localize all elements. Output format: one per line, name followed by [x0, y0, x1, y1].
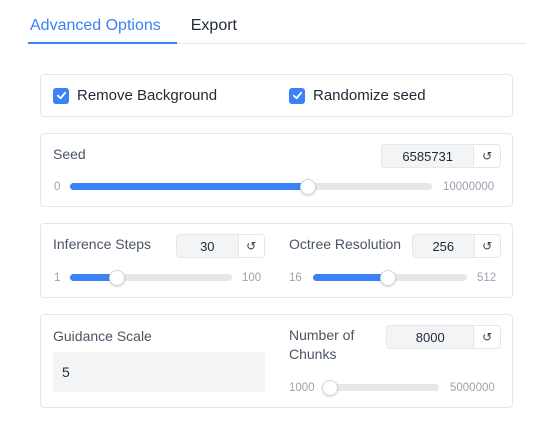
seed-card: Seed 6585731 ↺ 0 10000000	[40, 133, 513, 207]
tab-advanced-options[interactable]: Advanced Options	[28, 12, 177, 44]
octree-resolution-slider-thumb[interactable]	[379, 269, 396, 286]
seed-min-label: 0	[54, 181, 61, 193]
octree-resolution-max-label: 512	[477, 272, 497, 284]
reset-icon[interactable]: ↺	[474, 326, 500, 348]
guidance-scale-label: Guidance Scale	[53, 328, 152, 344]
checkbox-card: Remove Background Randomize seed	[40, 74, 513, 117]
octree-resolution-label: Octree Resolution	[289, 236, 402, 252]
randomize-seed-label: Randomize seed	[313, 87, 426, 104]
number-of-chunks-max-label: 5000000	[450, 382, 495, 394]
guidance-chunks-card: Guidance Scale 5 Number of Chunks 8000 ↺…	[40, 314, 513, 408]
remove-background-label: Remove Background	[77, 87, 218, 104]
number-of-chunks-label-line2: Chunks	[289, 346, 337, 362]
check-icon[interactable]	[289, 87, 305, 104]
seed-label: Seed	[53, 146, 86, 162]
seed-number-box: 6585731 ↺	[381, 144, 501, 168]
number-of-chunks-label-line1: Number of	[289, 327, 355, 343]
inference-steps-number-box: 30 ↺	[176, 234, 265, 258]
octree-resolution-min-label: 16	[289, 272, 302, 284]
reset-icon[interactable]: ↺	[474, 145, 500, 167]
guidance-scale-input[interactable]: 5	[53, 352, 265, 392]
inference-steps-label: Inference Steps	[53, 236, 152, 252]
seed-slider-track[interactable]	[70, 178, 432, 195]
steps-octree-card: Inference Steps 30 ↺ 1 100 Octree Resolu…	[40, 223, 513, 298]
check-icon[interactable]	[53, 87, 69, 104]
inference-steps-min-label: 1	[54, 272, 61, 284]
reset-icon[interactable]: ↺	[474, 235, 500, 257]
seed-input[interactable]: 6585731	[382, 145, 475, 167]
number-of-chunks-slider-thumb[interactable]	[322, 379, 339, 396]
seed-slider-fill	[70, 183, 309, 190]
tab-bar: Advanced Options Export	[28, 12, 526, 44]
octree-resolution-number-box: 256 ↺	[412, 234, 501, 258]
number-of-chunks-number-box: 8000 ↺	[386, 325, 501, 349]
reset-icon[interactable]: ↺	[238, 235, 264, 257]
seed-slider-thumb[interactable]	[300, 178, 317, 195]
randomize-seed-checkbox[interactable]: Randomize seed	[289, 87, 426, 104]
octree-resolution-slider-track[interactable]	[313, 269, 467, 286]
number-of-chunks-slider-track[interactable]	[322, 379, 439, 396]
inference-steps-slider-track[interactable]	[70, 269, 232, 286]
remove-background-checkbox[interactable]: Remove Background	[53, 87, 217, 104]
number-of-chunks-min-label: 1000	[289, 382, 315, 394]
octree-resolution-slider-fill	[313, 274, 388, 281]
number-of-chunks-input[interactable]: 8000	[387, 326, 475, 348]
inference-steps-slider-thumb[interactable]	[109, 269, 126, 286]
inference-steps-input[interactable]: 30	[177, 235, 239, 257]
octree-resolution-input[interactable]: 256	[413, 235, 475, 257]
tab-export[interactable]: Export	[177, 12, 237, 44]
seed-max-label: 10000000	[443, 181, 495, 193]
inference-steps-max-label: 100	[242, 272, 262, 284]
